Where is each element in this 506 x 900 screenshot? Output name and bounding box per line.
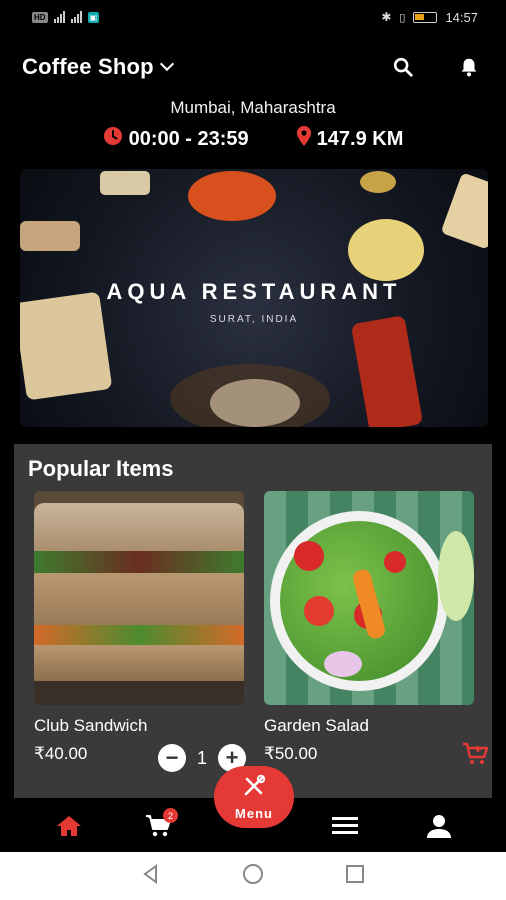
board [34,681,244,705]
banner-decoration [350,315,424,427]
cart-count-badge: 2 [163,808,178,823]
product-image[interactable] [264,491,474,705]
product-card[interactable]: Club Sandwich ₹40.00 − 1 + [34,491,246,772]
banner-decoration [20,221,80,251]
status-indicators: HD ▣ [32,11,100,23]
cart-icon[interactable]: 2 [144,808,178,840]
profile-icon[interactable] [424,812,454,840]
home-icon[interactable] [54,812,84,840]
recents-icon[interactable] [344,863,366,890]
sim-1-icon: HD [32,11,48,23]
banner-decoration [360,171,396,193]
sandwich-filling [34,625,244,645]
tomato [304,596,334,626]
fab-label: Menu [235,806,273,821]
shop-meta: 00:00 - 23:59 147.9 KM [0,126,506,152]
clock-icon [103,126,123,152]
product-name: Club Sandwich [34,716,148,735]
battery-icon [413,11,438,23]
signal-2-icon [70,11,82,23]
tomato [294,541,324,571]
sandwich-bread-middle [34,573,244,625]
sandwich-bread-bottom [34,645,244,681]
sandwich-bread-top [34,503,244,553]
section-title: Popular Items [28,456,174,481]
search-icon[interactable] [388,52,418,82]
back-icon[interactable] [140,863,162,890]
opening-hours: 00:00 - 23:59 [128,127,249,150]
banner-decoration [188,171,276,221]
distance-text: 147.9 KM [316,127,404,150]
location-pin-icon [296,126,311,152]
quantity-value: 1 [196,747,207,768]
shop-selector[interactable]: Coffee Shop [22,54,154,80]
decrease-quantity-button[interactable]: − [158,744,186,772]
banner-decoration [440,172,488,250]
banner-decoration [100,171,150,195]
product-price: ₹40.00 [34,744,88,763]
banner-decoration [20,291,113,401]
product-card[interactable]: Garden Salad ₹50.00 [264,491,489,764]
fork-knife-icon [241,773,267,804]
banner-decoration [170,364,330,427]
banner-title: AQUA RESTAURANT [106,279,402,304]
bluetooth-icon: ✱ [381,10,392,24]
cucumber [438,531,474,621]
app-notification-icon: ▣ [87,11,100,23]
restaurant-banner[interactable]: AQUA RESTAURANT SURAT, INDIA [20,169,488,427]
product-image[interactable] [34,491,244,705]
home-circle-icon[interactable] [241,862,265,891]
banner-decoration [348,219,424,281]
menu-list-icon[interactable] [330,812,360,840]
app-bar: Coffee Shop [0,44,506,90]
signal-icon [53,11,65,23]
sandwich-filling [34,551,244,573]
product-price: ₹50.00 [264,744,318,763]
popular-items-section: Popular Items Club Sandwich ₹40.00 − 1 + [14,444,492,798]
status-time: 14:57 [445,9,478,25]
onion [324,651,362,677]
banner-subtitle: SURAT, INDIA [209,314,299,325]
status-bar: HD ▣ ✱ ▯ 14:57 [0,0,506,34]
vibrate-icon: ▯ [399,11,406,24]
product-name: Garden Salad [264,716,369,735]
tomato [384,551,406,573]
add-to-cart-icon[interactable] [462,742,492,768]
location-text: Mumbai, Maharashtra [170,98,336,117]
chevron-down-icon[interactable] [159,56,174,72]
menu-fab-button[interactable]: Menu [214,766,294,828]
bell-icon[interactable] [454,52,484,82]
system-navigation-bar [0,852,506,900]
